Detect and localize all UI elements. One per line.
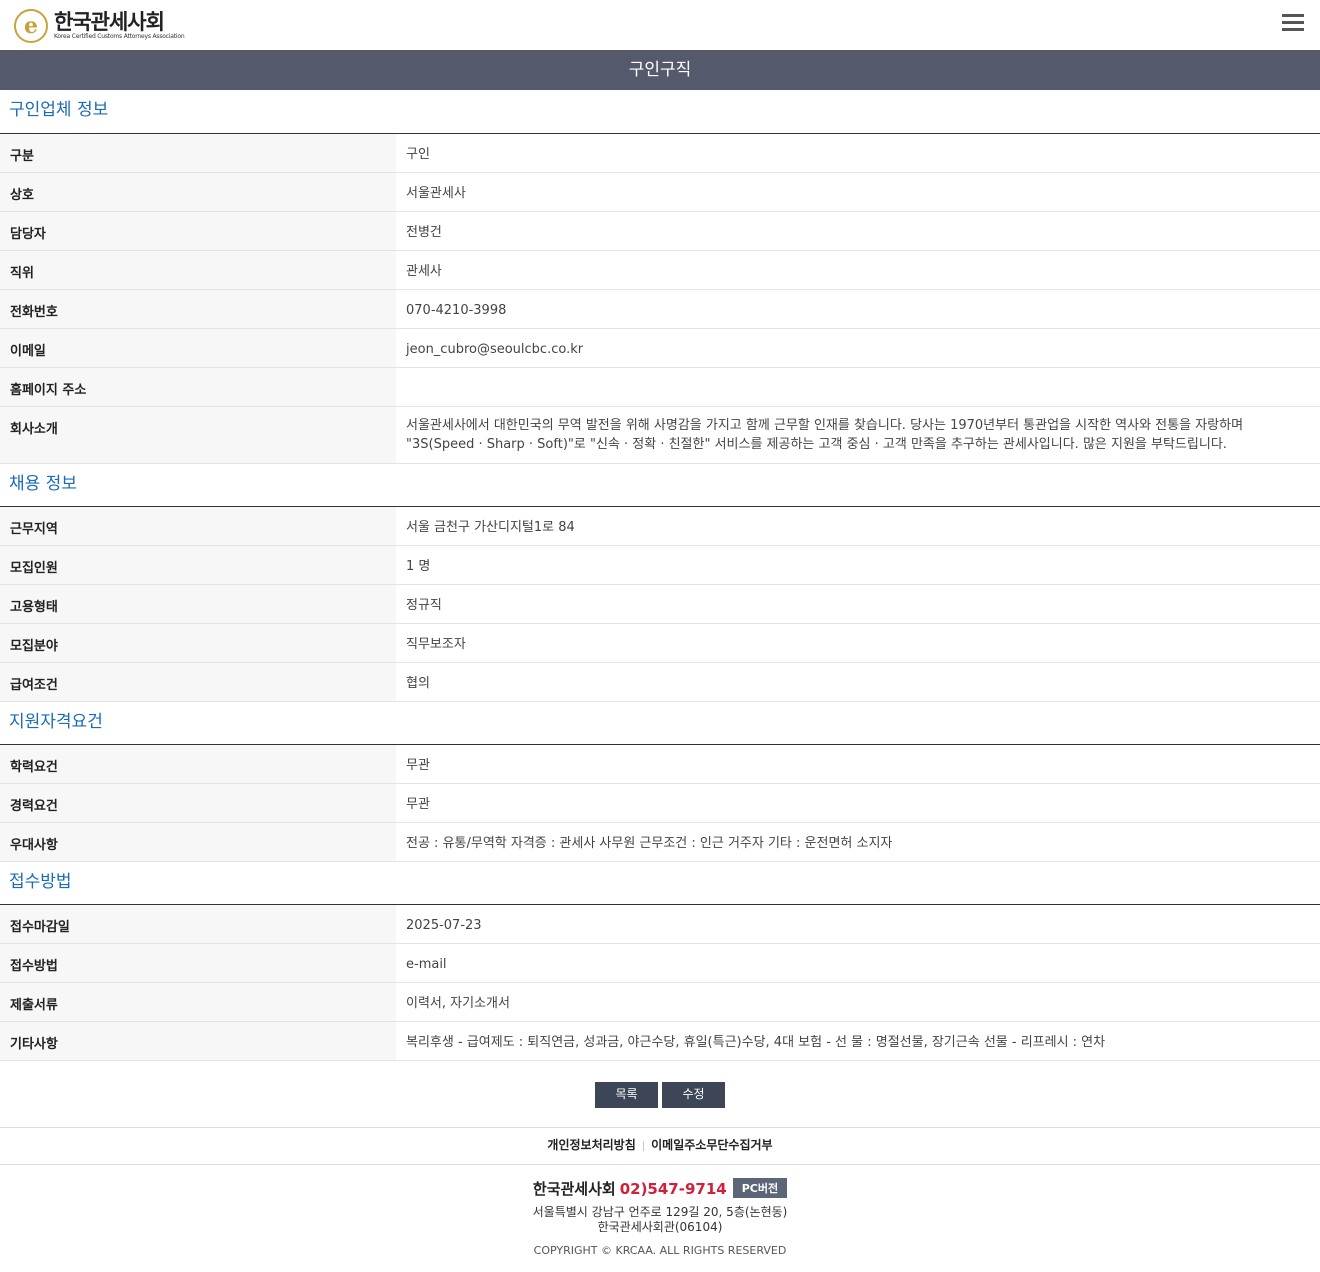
logo-text: 한국관세사회 Korea Certified Customs Attorneys… <box>54 10 185 41</box>
phone-value: 070-4210-3998 <box>406 303 507 318</box>
table-row: 근무지역 서울 금천구 가산디지털1로 84 <box>0 507 1320 546</box>
row-label: 우대사항 <box>0 823 396 861</box>
table-row: 상호 서울관세사 <box>0 173 1320 212</box>
row-label: 접수마감일 <box>0 905 396 943</box>
row-label: 구분 <box>0 134 396 172</box>
logo-emblem-icon: e <box>14 9 48 43</box>
row-value: 이력서, 자기소개서 <box>406 996 510 1011</box>
footer-address-line-2: 한국관세사회관(06104) <box>597 1220 723 1234</box>
row-label: 접수방법 <box>0 944 396 982</box>
row-value: 정규직 <box>406 598 442 613</box>
logo-korean-name: 한국관세사회 <box>54 10 165 34</box>
row-label: 전화번호 <box>0 290 396 328</box>
row-label: 홈페이지 주소 <box>0 368 396 406</box>
link-separator: | <box>641 1141 646 1152</box>
row-value: 협의 <box>406 676 430 691</box>
pc-version-button[interactable]: PC버전 <box>732 1178 788 1198</box>
row-label: 제출서류 <box>0 983 396 1021</box>
row-value: 1 명 <box>406 559 431 574</box>
row-value: 2025-07-23 <box>406 918 482 933</box>
row-label: 근무지역 <box>0 507 396 545</box>
table-row: 고용형태 정규직 <box>0 585 1320 624</box>
footer-address-line-1: 서울특별시 강남구 언주로 129길 20, 5층(논현동) <box>532 1205 788 1219</box>
row-label: 학력요건 <box>0 745 396 783</box>
section-title-company: 구인업체 정보 <box>0 90 1320 134</box>
application-table: 접수마감일 2025-07-23 접수방법 e-mail 제출서류 이력서, 자기소개… <box>0 905 1320 1061</box>
footer-address: 서울특별시 강남구 언주로 129길 20, 5층(논현동) 한국관세사회관(0… <box>0 1205 1320 1235</box>
row-label: 회사소개 <box>0 407 396 463</box>
row-value: 전병건 <box>406 225 442 240</box>
table-row: 기타사항 복리후생 - 급여제도 : 퇴직연금, 성과금, 야근수당, 휴일(특근… <box>0 1022 1320 1061</box>
section-title-recruit: 채용 정보 <box>0 464 1320 507</box>
policy-links: 개인정보처리방침 | 이메일주소무단수집거부 <box>0 1128 1320 1165</box>
footer-org-name: 한국관세사회 <box>532 1180 616 1198</box>
section-title-application: 접수방법 <box>0 862 1320 905</box>
table-row: 접수마감일 2025-07-23 <box>0 905 1320 944</box>
qualification-table: 학력요건 무관 경력요건 무관 우대사항 전공 : 유통/무역학 자격증 : 관세사 … <box>0 745 1320 862</box>
footer-copyright: COPYRIGHT © KRCAA. ALL RIGHTS RESERVED <box>533 1244 787 1257</box>
row-value: 관세사 <box>406 264 442 279</box>
site-footer: 한국관세사회 02)547-9714 PC버전 서울특별시 강남구 언주로 129길… <box>0 1165 1320 1257</box>
footer-phone[interactable]: 02)547-9714 <box>620 1180 727 1198</box>
row-value: 서울 금천구 가산디지털1로 84 <box>406 520 575 535</box>
row-label: 이메일 <box>0 329 396 367</box>
recruit-info-table: 근무지역 서울 금천구 가산디지털1로 84 모집인원 1 명 고용형태 정규직 모집… <box>0 507 1320 702</box>
table-row: 이메일 jeon_cubro@seoulcbc.co.kr <box>0 329 1320 368</box>
section-title-qualification: 지원자격요건 <box>0 702 1320 745</box>
table-row: 모집분야 직무보조자 <box>0 624 1320 663</box>
table-row: 직위 관세사 <box>0 251 1320 290</box>
row-value: 무관 <box>406 758 430 773</box>
table-row: 급여조건 협의 <box>0 663 1320 702</box>
company-info-table: 구분 구인 상호 서울관세사 담당자 전병건 직위 관세사 전화번호 070-4210-3… <box>0 134 1320 464</box>
row-value: 직무보조자 <box>406 637 466 652</box>
row-label: 기타사항 <box>0 1022 396 1060</box>
site-logo[interactable]: e 한국관세사회 Korea Certified Customs Attorne… <box>14 8 185 44</box>
table-row: 우대사항 전공 : 유통/무역학 자격증 : 관세사 사무원 근무조건 : 인근 … <box>0 823 1320 862</box>
email-refusal-link[interactable]: 이메일주소무단수집거부 <box>651 1138 772 1152</box>
site-header: e 한국관세사회 Korea Certified Customs Attorne… <box>0 0 1320 50</box>
logo-english-name: Korea Certified Customs Attorneys Associ… <box>54 33 185 40</box>
table-row: 전화번호 070-4210-3998 <box>0 290 1320 329</box>
email-value: jeon_cubro@seoulcbc.co.kr <box>406 342 584 357</box>
row-value: 구인 <box>406 147 430 162</box>
homepage-value <box>396 368 1320 406</box>
edit-button[interactable]: 수정 <box>662 1082 725 1108</box>
row-label: 직위 <box>0 251 396 289</box>
page-title: 구인구직 <box>0 50 1320 90</box>
table-row: 구분 구인 <box>0 134 1320 173</box>
row-label: 상호 <box>0 173 396 211</box>
row-label: 고용형태 <box>0 585 396 623</box>
row-value: 서울관세사 <box>406 186 466 201</box>
table-row: 회사소개 서울관세사에서 대한민국의 무역 발전을 위해 사명감을 가지고 함께 … <box>0 407 1320 464</box>
table-row: 학력요건 무관 <box>0 745 1320 784</box>
row-label: 경력요건 <box>0 784 396 822</box>
row-label: 급여조건 <box>0 663 396 701</box>
table-row: 담당자 전병건 <box>0 212 1320 251</box>
hamburger-menu-icon[interactable] <box>1282 14 1304 32</box>
row-value: 복리후생 - 급여제도 : 퇴직연금, 성과금, 야근수당, 휴일(특근)수당,… <box>406 1035 1106 1050</box>
intro-line-2: "3S(Speed · Sharp · Soft)"로 "신속 · 정확 · 친… <box>406 437 1227 452</box>
table-row: 제출서류 이력서, 자기소개서 <box>0 983 1320 1022</box>
table-row: 경력요건 무관 <box>0 784 1320 823</box>
row-value: e-mail <box>406 957 447 972</box>
action-buttons: 목록 수정 <box>0 1061 1320 1128</box>
table-row: 모집인원 1 명 <box>0 546 1320 585</box>
list-button[interactable]: 목록 <box>595 1082 658 1108</box>
table-row: 홈페이지 주소 <box>0 368 1320 407</box>
row-label: 담당자 <box>0 212 396 250</box>
intro-line-1: 서울관세사에서 대한민국의 무역 발전을 위해 사명감을 가지고 함께 근무할 … <box>406 418 1244 433</box>
company-intro-value: 서울관세사에서 대한민국의 무역 발전을 위해 사명감을 가지고 함께 근무할 … <box>396 407 1320 463</box>
row-label: 모집인원 <box>0 546 396 584</box>
row-value: 전공 : 유통/무역학 자격증 : 관세사 사무원 근무조건 : 인근 거주자 … <box>406 836 893 851</box>
row-label: 모집분야 <box>0 624 396 662</box>
table-row: 접수방법 e-mail <box>0 944 1320 983</box>
row-value: 무관 <box>406 797 430 812</box>
privacy-policy-link[interactable]: 개인정보처리방침 <box>547 1138 635 1152</box>
